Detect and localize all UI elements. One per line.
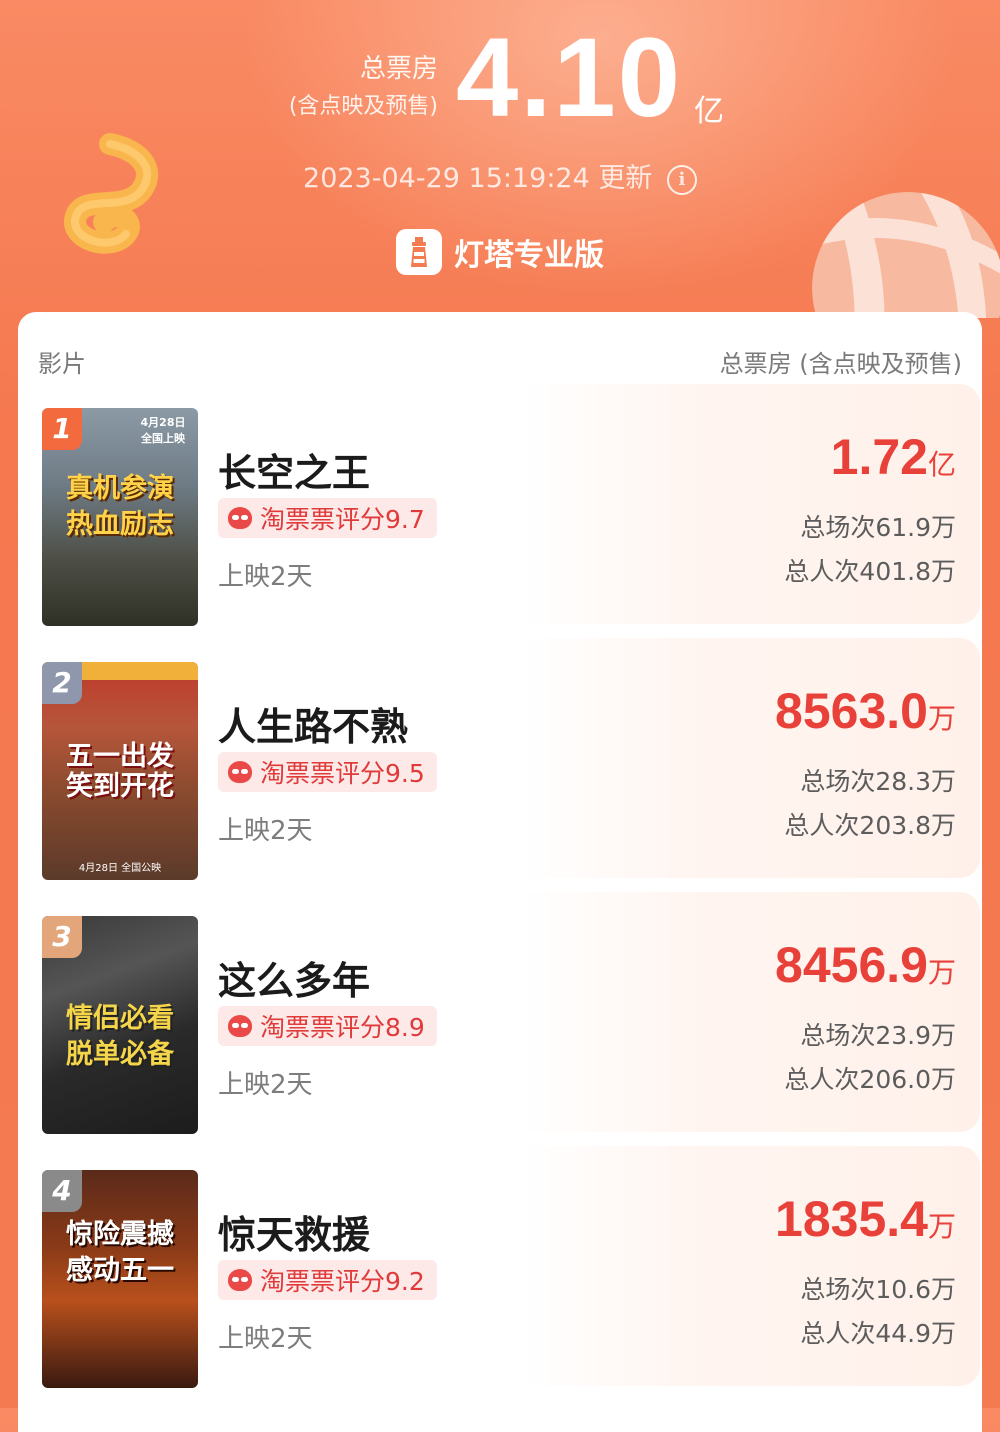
row-background bbox=[520, 1146, 980, 1386]
poster-text-1: 情侣必看 bbox=[66, 1003, 174, 1034]
row-background bbox=[520, 384, 980, 624]
gross-number: 1835.4 bbox=[775, 1191, 928, 1247]
movie-row-4[interactable]: 惊险震撼 感动五一 4 惊天救援 淘票票评分9.2 上映2天 1835.4万 总… bbox=[18, 1146, 982, 1388]
release-days: 上映2天 bbox=[218, 1324, 313, 1354]
total-shows: 总场次28.3万 bbox=[800, 767, 956, 796]
gross-number: 1.72 bbox=[830, 429, 928, 485]
gross-value: 8456.9万 bbox=[775, 936, 956, 994]
movie-poster[interactable]: 情侣必看 脱单必备 3 bbox=[42, 916, 198, 1134]
brand[interactable]: 灯塔专业版 bbox=[396, 228, 604, 276]
poster-text-2: 热血励志 bbox=[66, 509, 174, 540]
total-admissions: 总人次401.8万 bbox=[784, 557, 956, 586]
total-box-office-value: 4.10 bbox=[456, 15, 682, 140]
rank-badge: 1 bbox=[42, 408, 82, 450]
gross-unit: 万 bbox=[927, 702, 956, 735]
total-admissions: 总人次206.0万 bbox=[784, 1065, 956, 1094]
movie-title[interactable]: 惊天救援 bbox=[218, 1204, 370, 1259]
total-label-text: 总票房 bbox=[359, 54, 438, 84]
total-sublabel-text: (含点映及预售) bbox=[288, 94, 438, 119]
total-shows: 总场次61.9万 bbox=[800, 513, 956, 542]
release-days: 上映2天 bbox=[218, 1070, 313, 1100]
total-box-office-unit: 亿 bbox=[694, 94, 724, 129]
update-suffix: 更新 bbox=[598, 163, 653, 194]
release-days: 上映2天 bbox=[218, 562, 313, 592]
column-header-film: 影片 bbox=[38, 350, 86, 378]
rating-badge: 淘票票评分8.9 bbox=[218, 1006, 437, 1046]
total-admissions: 总人次203.8万 bbox=[784, 811, 956, 840]
gross-value: 1.72亿 bbox=[831, 428, 956, 486]
poster-date: 4月28日 全国上映 bbox=[140, 416, 186, 445]
row-background bbox=[520, 892, 980, 1132]
rating-text: 淘票票评分8.9 bbox=[260, 1013, 425, 1042]
gross-value: 8563.0万 bbox=[775, 682, 956, 740]
poster-text-1: 真机参演 bbox=[66, 473, 174, 504]
update-time: 2023-04-29 15:19:24 bbox=[303, 163, 590, 194]
taopiaopiao-icon bbox=[228, 1269, 252, 1291]
brand-name: 灯塔专业版 bbox=[454, 238, 604, 273]
gross-value: 1835.4万 bbox=[775, 1190, 956, 1248]
taopiaopiao-icon bbox=[228, 761, 252, 783]
movie-row-3[interactable]: 情侣必看 脱单必备 3 这么多年 淘票票评分8.9 上映2天 8456.9万 总… bbox=[18, 892, 982, 1134]
movie-title[interactable]: 长空之王 bbox=[218, 442, 370, 497]
total-box-office-label: 总票房 (含点映及预售) bbox=[289, 50, 438, 126]
poster-text-2: 脱单必备 bbox=[66, 1039, 174, 1070]
box-office-list: 影片 总票房 (含点映及预售) 真机参演 热血励志 4月28日 全国上映 1 长… bbox=[18, 312, 982, 1432]
rating-text: 淘票票评分9.5 bbox=[260, 759, 425, 788]
movie-poster[interactable]: 惊险震撼 感动五一 4 bbox=[42, 1170, 198, 1388]
gross-number: 8456.9 bbox=[775, 937, 928, 993]
header: 总票房 (含点映及预售) 4.10 亿 2023-04-29 15:19:24 … bbox=[0, 0, 1000, 300]
rating-text: 淘票票评分9.2 bbox=[260, 1267, 425, 1296]
movie-poster[interactable]: 五一出发 笑到开花 4月28日 全国公映 2 bbox=[42, 662, 198, 880]
rating-badge: 淘票票评分9.2 bbox=[218, 1260, 437, 1300]
gross-number: 8563.0 bbox=[775, 683, 928, 739]
update-time-row: 2023-04-29 15:19:24 更新 i bbox=[0, 156, 1000, 195]
rating-badge: 淘票票评分9.5 bbox=[218, 752, 437, 792]
rank-badge: 4 bbox=[42, 1170, 82, 1212]
column-header-gross: 总票房 (含点映及预售) bbox=[719, 350, 962, 378]
poster-text-1: 五一出发 bbox=[66, 741, 174, 772]
total-admissions: 总人次44.9万 bbox=[800, 1319, 956, 1348]
rating-badge: 淘票票评分9.7 bbox=[218, 498, 437, 538]
movie-poster[interactable]: 真机参演 热血励志 4月28日 全国上映 1 bbox=[42, 408, 198, 626]
movie-title[interactable]: 这么多年 bbox=[218, 950, 370, 1005]
lighthouse-icon bbox=[396, 229, 442, 275]
poster-date: 4月28日 全国公映 bbox=[78, 863, 162, 874]
total-shows: 总场次23.9万 bbox=[800, 1021, 956, 1050]
rank-badge: 3 bbox=[42, 916, 82, 958]
rank-badge: 2 bbox=[42, 662, 82, 704]
movie-row-2[interactable]: 五一出发 笑到开花 4月28日 全国公映 2 人生路不熟 淘票票评分9.5 上映… bbox=[18, 638, 982, 880]
poster-text-2: 感动五一 bbox=[66, 1255, 174, 1286]
movie-row-1[interactable]: 真机参演 热血励志 4月28日 全国上映 1 长空之王 淘票票评分9.7 上映2… bbox=[18, 384, 982, 626]
poster-text-2: 笑到开花 bbox=[66, 771, 174, 802]
taopiaopiao-icon bbox=[228, 507, 252, 529]
rating-text: 淘票票评分9.7 bbox=[260, 505, 425, 534]
row-background bbox=[520, 638, 980, 878]
info-icon[interactable]: i bbox=[666, 165, 697, 195]
poster-text-1: 惊险震撼 bbox=[66, 1219, 174, 1250]
gross-unit: 万 bbox=[927, 1210, 956, 1243]
movie-title[interactable]: 人生路不熟 bbox=[218, 696, 408, 751]
gross-unit: 万 bbox=[927, 956, 956, 989]
gross-unit: 亿 bbox=[927, 448, 956, 481]
release-days: 上映2天 bbox=[218, 816, 313, 846]
total-shows: 总场次10.6万 bbox=[800, 1275, 956, 1304]
taopiaopiao-icon bbox=[228, 1015, 252, 1037]
